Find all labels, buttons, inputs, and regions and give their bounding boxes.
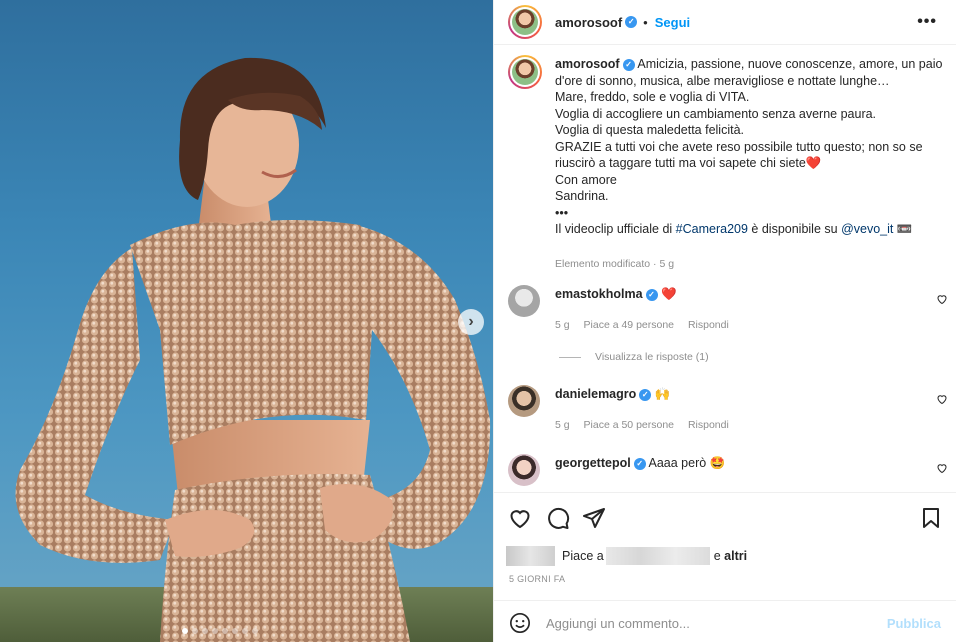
like-heart-icon[interactable] <box>508 506 532 530</box>
author-avatar[interactable] <box>508 5 542 39</box>
like-comment-heart-icon[interactable] <box>936 462 948 474</box>
save-bookmark-icon[interactable] <box>919 506 943 530</box>
caption-username[interactable]: amorosoof <box>555 57 620 71</box>
verified-badge-icon: ✓ <box>645 288 658 301</box>
carousel-dot <box>212 628 218 634</box>
comment-bubble-icon[interactable] <box>546 506 570 530</box>
carousel-dot <box>252 628 258 634</box>
carousel-dot <box>182 628 188 634</box>
comment-time: 5 g <box>555 419 570 431</box>
follow-button[interactable]: Segui <box>655 15 690 30</box>
caption-line: GRAZIE a tutti voi che avete reso possib… <box>555 139 923 171</box>
verified-badge-icon: ✓ <box>639 388 652 401</box>
caption-line: Voglia di questa maledetta felicità. <box>555 123 745 137</box>
comment-meta: 5 g Piace a 50 persone Rispondi <box>555 419 740 431</box>
post-date: 5 GIORNI FA <box>509 574 566 584</box>
verified-badge-icon: ✓ <box>625 16 638 28</box>
comment-meta: 5 g Piace a 49 persone Rispondi <box>555 319 740 331</box>
post-header: amorosoof ✓ • Segui ••• <box>494 0 956 45</box>
comment-text: emastokholma ✓ ❤️ <box>555 287 677 302</box>
caption-line: Voglia di accogliere un cambiamento senz… <box>555 106 877 121</box>
comment-likes[interactable]: Piace a 50 persone <box>584 419 674 431</box>
liker-avatars-blurred <box>506 546 555 566</box>
comments-section[interactable]: amorosoof ✓ Amicizia, passione, nuove con… <box>494 45 956 492</box>
carousel-dot <box>222 628 228 634</box>
verified-badge-icon: ✓ <box>622 58 635 71</box>
view-replies[interactable]: Visualizza le risposte (1) <box>559 351 709 363</box>
post-photo[interactable]: › <box>0 0 493 642</box>
comment-likes[interactable]: Piace a 49 persone <box>584 319 674 331</box>
carousel-dots <box>182 628 258 634</box>
likes-summary: Piace a e altri <box>506 546 747 566</box>
comment-text: georgettepol ✓ Aaaa però 🤩 <box>555 456 725 471</box>
commenter-avatar[interactable] <box>508 385 540 417</box>
caption-line: Mare, freddo, sole e voglia di VITA. <box>555 90 750 104</box>
caption-line: è disponibile su <box>747 222 842 236</box>
reply-button[interactable]: Rispondi <box>688 419 729 431</box>
emoji-icon[interactable] <box>509 612 531 634</box>
hashtag-link[interactable]: #Camera209 <box>676 222 748 236</box>
mention-link[interactable]: @vevo_it <box>841 222 893 236</box>
carousel-dot <box>242 628 248 634</box>
next-photo-button[interactable]: › <box>458 309 484 335</box>
more-options-icon[interactable]: ••• <box>917 14 937 30</box>
caption-line: 📼 <box>893 222 913 236</box>
photo-woman-figure <box>15 57 491 642</box>
caption-line: Con amore <box>555 172 617 187</box>
reply-button[interactable]: Rispondi <box>688 319 729 331</box>
like-comment-heart-icon[interactable] <box>936 393 948 405</box>
carousel-dot <box>202 628 208 634</box>
like-comment-heart-icon[interactable] <box>936 293 948 305</box>
caption-meta: Elemento modificato · 5 g <box>555 258 675 270</box>
liker-name-blurred <box>605 547 710 565</box>
commenter-avatar[interactable] <box>508 454 540 486</box>
publish-button[interactable]: Pubblica <box>887 616 941 631</box>
header-separator: • <box>643 14 648 30</box>
commenter-username[interactable]: emastokholma <box>555 287 643 301</box>
caption-text: amorosoof ✓ Amicizia, passione, nuove con… <box>555 56 948 238</box>
instagram-post-modal: › amorosoof ✓ • Segui ••• amorosoof ✓ Am… <box>0 0 956 642</box>
caption-line: ••• <box>555 205 569 220</box>
caption-line: Il videoclip ufficiale di <box>555 222 676 236</box>
likes-others[interactable]: altri <box>724 549 747 563</box>
post-actions-bar <box>494 492 956 543</box>
likes-prefix: Piace a <box>562 549 604 563</box>
replies-divider <box>559 356 581 358</box>
post-side-panel: amorosoof ✓ • Segui ••• amorosoof ✓ Amici… <box>493 0 956 642</box>
comment-body: Aaaa però 🤩 <box>648 456 726 470</box>
caption-line: Sandrina. <box>555 189 609 203</box>
commenter-username[interactable]: danielemagro <box>555 387 636 401</box>
comment-text: danielemagro ✓ 🙌 <box>555 387 670 402</box>
add-comment-bar: Pubblica <box>494 600 956 642</box>
verified-badge-icon: ✓ <box>633 457 646 470</box>
comment-body: 🙌 <box>654 387 671 401</box>
commenter-avatar[interactable] <box>508 285 540 317</box>
share-paper-plane-icon[interactable] <box>582 506 606 530</box>
carousel-dot <box>192 628 198 634</box>
carousel-dot <box>232 628 238 634</box>
likes-suffix: e <box>713 549 721 563</box>
commenter-username[interactable]: georgettepol <box>555 456 631 470</box>
author-username[interactable]: amorosoof <box>555 15 622 30</box>
comment-time: 5 g <box>555 319 570 331</box>
add-comment-input[interactable] <box>546 612 846 634</box>
caption-avatar[interactable] <box>508 55 542 89</box>
comment-body: ❤️ <box>661 287 677 301</box>
view-replies-label[interactable]: Visualizza le risposte (1) <box>595 351 709 363</box>
